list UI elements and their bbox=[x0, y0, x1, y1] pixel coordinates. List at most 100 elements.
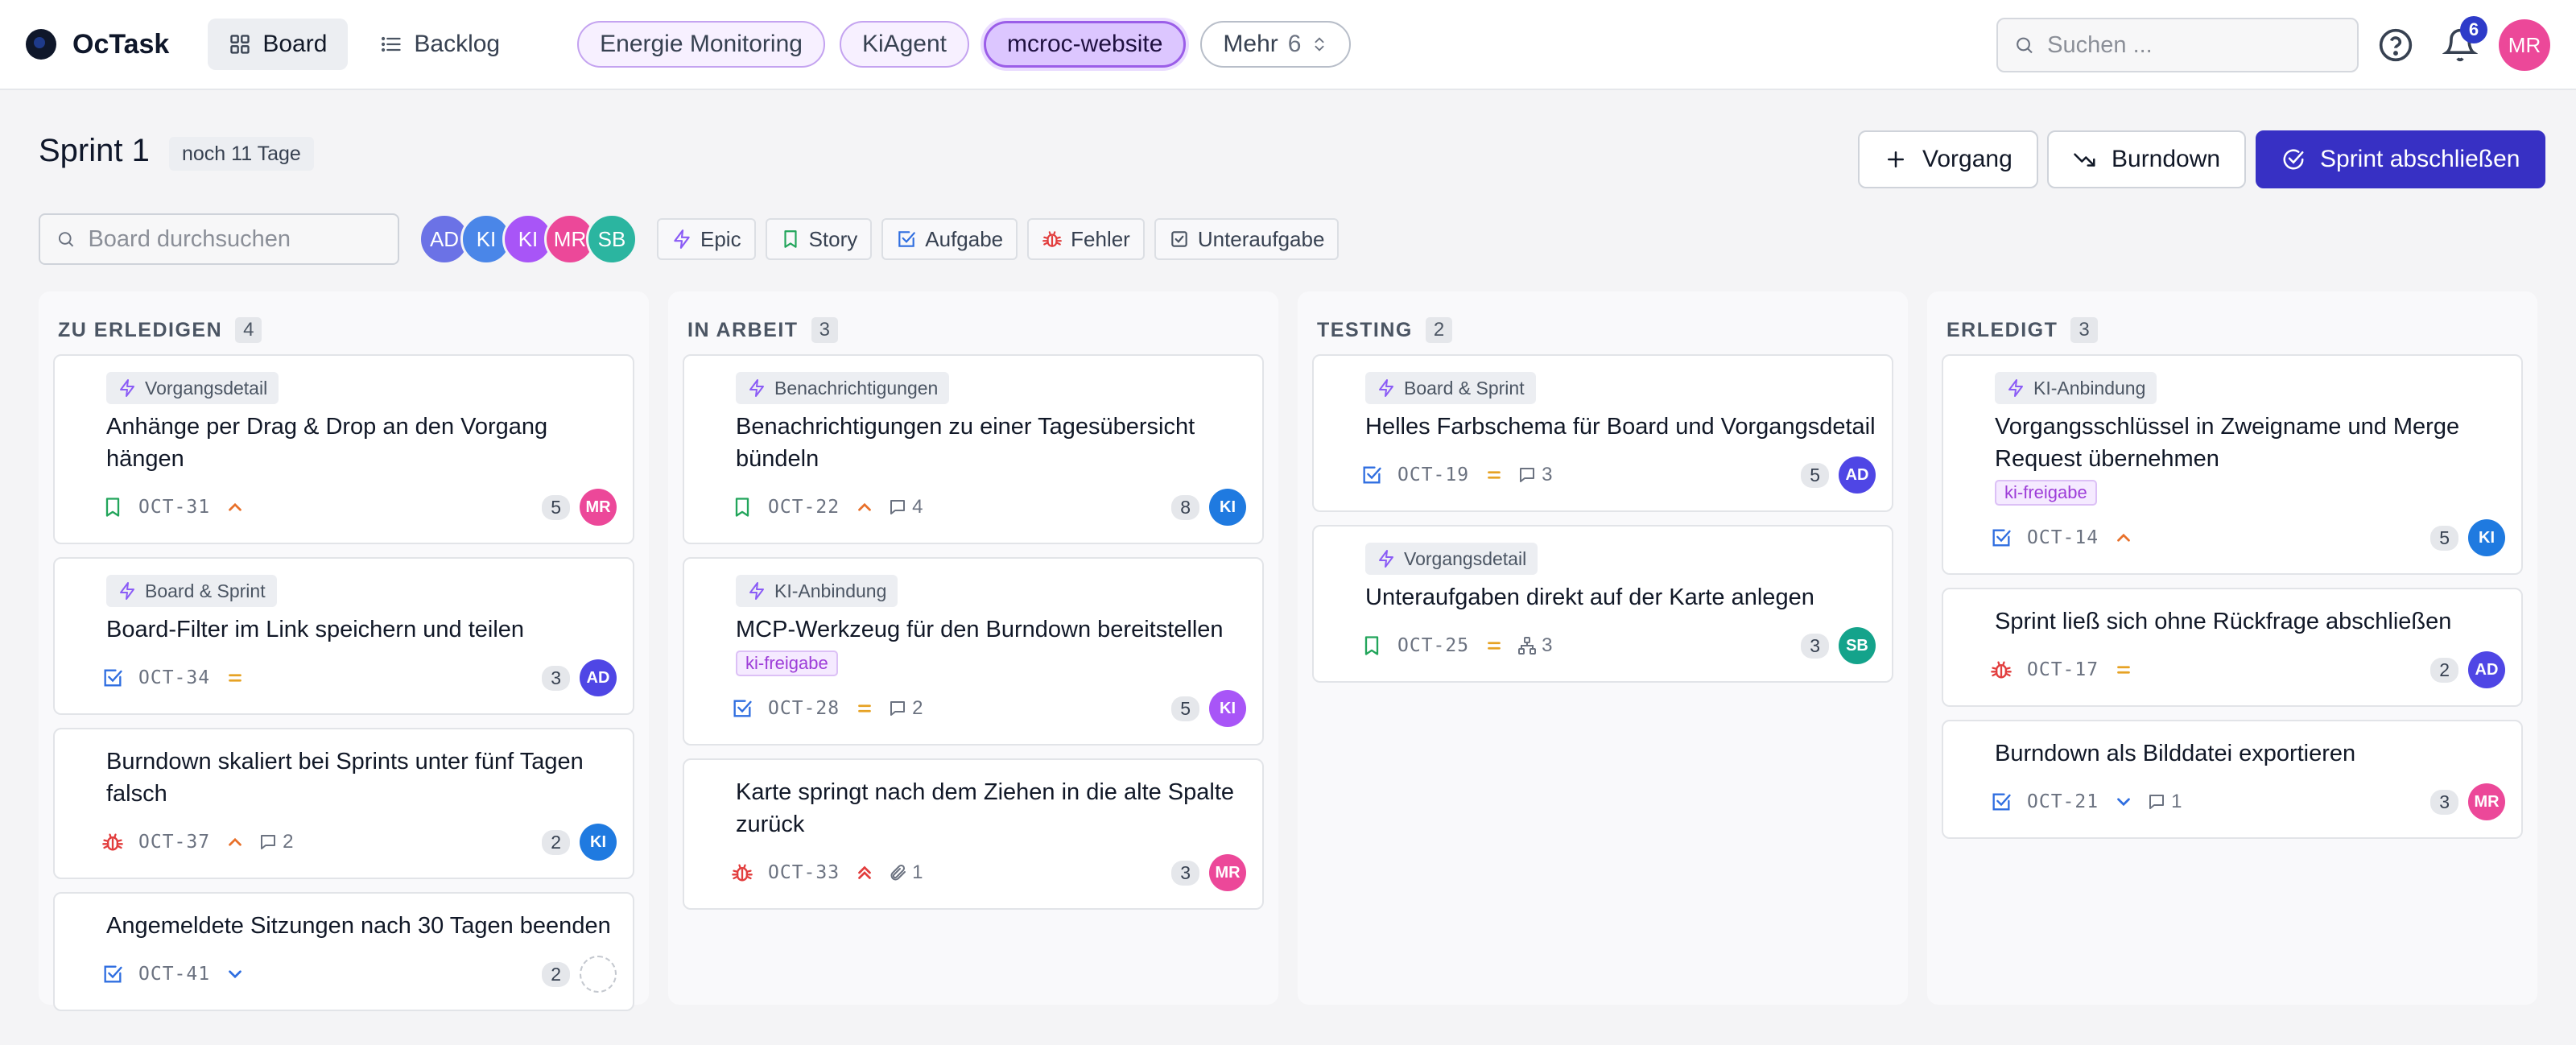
complete-sprint-label: Sprint abschließen bbox=[2320, 146, 2520, 172]
add-issue-button[interactable]: Vorgang bbox=[1858, 130, 2038, 188]
paperclip-icon bbox=[890, 864, 906, 881]
issue-card-oct-41[interactable]: Angemeldete Sitzungen nach 30 Tagen been… bbox=[53, 892, 634, 1011]
comment-count-value: 2 bbox=[912, 697, 923, 719]
nav-board[interactable]: Board bbox=[208, 19, 349, 70]
issue-key[interactable]: OCT-17 bbox=[2027, 659, 2099, 680]
issue-key[interactable]: OCT-28 bbox=[768, 698, 840, 719]
complete-sprint-button[interactable]: Sprint abschließen bbox=[2256, 130, 2546, 188]
search-input[interactable] bbox=[2047, 31, 2341, 59]
task-icon bbox=[104, 965, 122, 983]
assignee-avatar[interactable]: MR bbox=[1209, 854, 1246, 891]
story-points: 2 bbox=[542, 961, 570, 987]
comment-icon bbox=[890, 701, 906, 716]
issue-key[interactable]: OCT-37 bbox=[138, 832, 210, 853]
grid-icon bbox=[230, 35, 250, 54]
project-pill-mcroc-website[interactable]: mcroc-website bbox=[984, 21, 1187, 68]
assignee-avatar[interactable]: MR bbox=[2468, 783, 2505, 820]
filter-epic-label: Epic bbox=[700, 226, 741, 251]
filter-bug[interactable]: Fehler bbox=[1027, 218, 1145, 260]
hierarchy-icon bbox=[1518, 637, 1537, 655]
issue-card-oct-22[interactable]: Benachrichtigungen Benachrichtigungen zu… bbox=[683, 354, 1264, 544]
issue-card-oct-37[interactable]: Burndown skaliert bei Sprints unter fünf… bbox=[53, 728, 634, 879]
issue-key[interactable]: OCT-34 bbox=[138, 667, 210, 688]
epic-tag[interactable]: Board & Sprint bbox=[1365, 372, 1536, 404]
epic-tag[interactable]: Vorgangsdetail bbox=[106, 372, 279, 404]
column-title: ERLEDIGT bbox=[1946, 318, 2058, 341]
priority-medium-icon bbox=[1488, 642, 1501, 650]
chevron-up-down-icon bbox=[1315, 37, 1324, 52]
board-search[interactable] bbox=[39, 213, 399, 265]
issue-key[interactable]: OCT-25 bbox=[1397, 635, 1469, 656]
global-search[interactable] bbox=[1996, 18, 2359, 72]
epic-tag[interactable]: KI-Anbindung bbox=[736, 575, 898, 607]
assignee-avatar[interactable]: KI bbox=[1209, 489, 1246, 526]
column-header: ZU ERLEDIGEN 4 bbox=[53, 306, 634, 354]
story-points: 3 bbox=[1171, 860, 1199, 886]
filter-epic[interactable]: Epic bbox=[657, 218, 756, 260]
filter-subtask[interactable]: Unteraufgabe bbox=[1154, 218, 1340, 260]
issue-key[interactable]: OCT-33 bbox=[768, 862, 840, 883]
filter-task[interactable]: Aufgabe bbox=[881, 218, 1018, 260]
epic-tag[interactable]: Vorgangsdetail bbox=[1365, 543, 1538, 575]
assignee-avatar[interactable]: KI bbox=[1209, 690, 1246, 727]
issue-card-oct-33[interactable]: Karte springt nach dem Ziehen in die alt… bbox=[683, 758, 1264, 910]
issue-card-oct-17[interactable]: Sprint ließ sich ohne Rückfrage abschlie… bbox=[1942, 588, 2523, 707]
issue-card-oct-34[interactable]: Board & Sprint Board-Filter im Link spei… bbox=[53, 557, 634, 715]
assignee-avatar[interactable]: SB bbox=[1839, 627, 1876, 664]
issue-card-oct-19[interactable]: Board & Sprint Helles Farbschema für Boa… bbox=[1312, 354, 1893, 512]
epic-tag[interactable]: Board & Sprint bbox=[106, 575, 277, 607]
board-search-input[interactable] bbox=[88, 225, 382, 253]
epic-tag[interactable]: KI-Anbindung bbox=[1995, 372, 2157, 404]
epic-name: Vorgangsdetail bbox=[1404, 547, 1527, 569]
more-projects-button[interactable]: Mehr 6 bbox=[1200, 21, 1352, 68]
epic-name: KI-Anbindung bbox=[774, 580, 887, 601]
burndown-button[interactable]: Burndown bbox=[2047, 130, 2247, 188]
label-tag[interactable]: ki-freigabe bbox=[1995, 480, 2097, 506]
priority-high-icon bbox=[2117, 533, 2130, 542]
search-icon bbox=[58, 232, 74, 247]
unassigned-avatar[interactable] bbox=[580, 956, 617, 993]
assignee-avatar[interactable]: AD bbox=[580, 659, 617, 696]
help-icon[interactable] bbox=[2378, 27, 2413, 63]
project-pill-kiagent[interactable]: KiAgent bbox=[839, 21, 970, 68]
issue-card-oct-21[interactable]: Burndown als Bilddatei exportieren OCT-2… bbox=[1942, 720, 2523, 839]
issue-card-oct-25[interactable]: Vorgangsdetail Unteraufgaben direkt auf … bbox=[1312, 525, 1893, 683]
project-pill-energie-monitoring[interactable]: Energie Monitoring bbox=[577, 21, 825, 68]
issue-key[interactable]: OCT-41 bbox=[138, 964, 210, 985]
story-points: 8 bbox=[1171, 494, 1199, 520]
issue-key[interactable]: OCT-21 bbox=[2027, 791, 2099, 812]
comment-count: 2 bbox=[258, 831, 293, 853]
comment-count: 4 bbox=[888, 496, 923, 518]
issue-card-oct-31[interactable]: Vorgangsdetail Anhänge per Drag & Drop a… bbox=[53, 354, 634, 544]
assignee-avatar[interactable]: KI bbox=[2468, 519, 2505, 556]
task-icon bbox=[104, 669, 122, 687]
issue-key[interactable]: OCT-14 bbox=[2027, 527, 2099, 548]
issue-key[interactable]: OCT-31 bbox=[138, 497, 210, 518]
member-avatar-sb[interactable]: SB bbox=[586, 213, 638, 265]
column-header: IN ARBEIT 3 bbox=[683, 306, 1264, 354]
column-count: 3 bbox=[811, 317, 838, 343]
priority-medium-icon bbox=[2117, 666, 2130, 674]
assignee-avatar[interactable]: AD bbox=[2468, 651, 2505, 688]
story-points: 2 bbox=[2430, 657, 2458, 683]
priority-high-icon bbox=[229, 837, 242, 846]
issue-card-oct-28[interactable]: KI-Anbindung MCP-Werkzeug für den Burndo… bbox=[683, 557, 1264, 746]
column-header: TESTING 2 bbox=[1312, 306, 1893, 354]
burndown-label: Burndown bbox=[2112, 146, 2221, 172]
issue-key[interactable]: OCT-19 bbox=[1397, 465, 1469, 485]
nav-backlog[interactable]: Backlog bbox=[359, 19, 521, 70]
comment-count-value: 2 bbox=[283, 831, 294, 853]
filter-story[interactable]: Story bbox=[765, 218, 873, 260]
card-title: Burndown skaliert bei Sprints unter fünf… bbox=[106, 749, 584, 807]
app-logo[interactable]: OcTask bbox=[26, 29, 169, 60]
user-avatar[interactable]: MR bbox=[2499, 19, 2550, 71]
epic-tag[interactable]: Benachrichtigungen bbox=[736, 372, 950, 404]
subtask-count: 3 bbox=[1517, 634, 1552, 657]
notification-badge: 6 bbox=[2460, 16, 2487, 43]
assignee-avatar[interactable]: MR bbox=[580, 489, 617, 526]
assignee-avatar[interactable]: KI bbox=[580, 824, 617, 861]
issue-key[interactable]: OCT-22 bbox=[768, 497, 840, 518]
issue-card-oct-14[interactable]: KI-Anbindung Vorgangsschlüssel in Zweign… bbox=[1942, 354, 2523, 575]
label-tag[interactable]: ki-freigabe bbox=[736, 651, 838, 676]
assignee-avatar[interactable]: AD bbox=[1839, 456, 1876, 494]
